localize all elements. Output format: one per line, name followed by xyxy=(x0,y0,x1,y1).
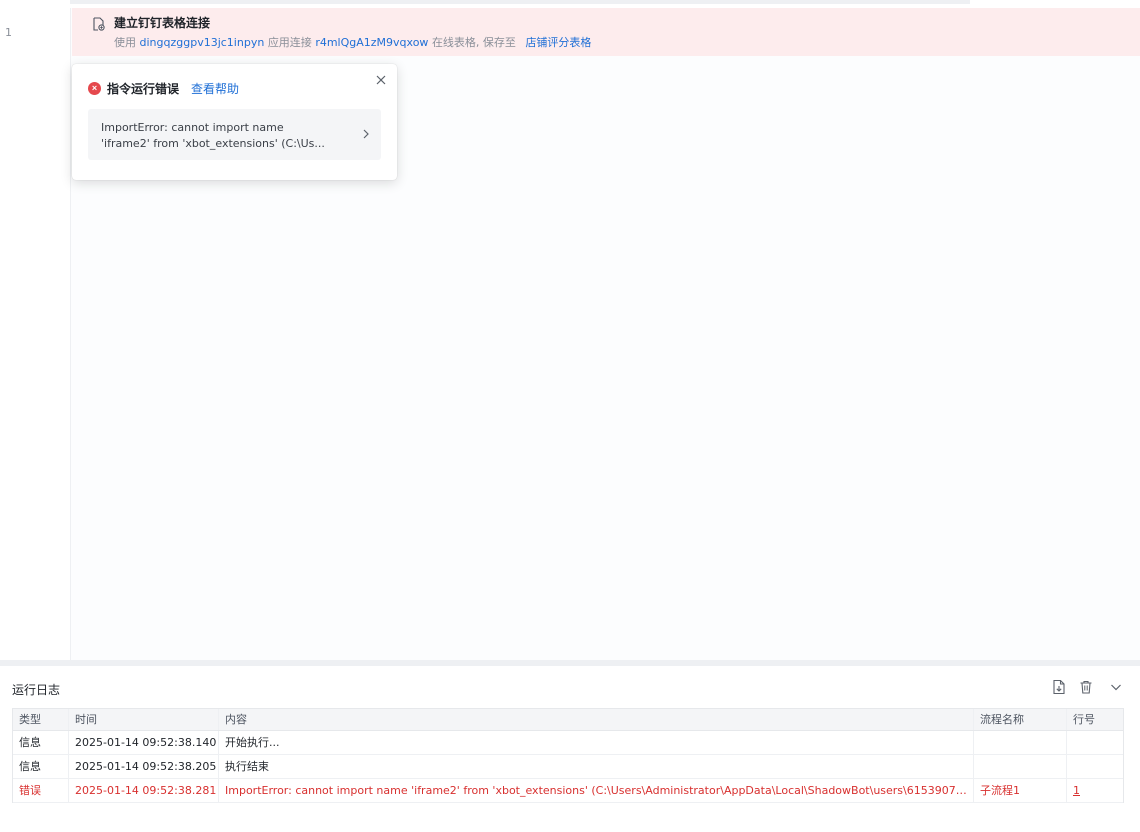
cell-type: 错误 xyxy=(13,779,69,802)
view-help-link[interactable]: 查看帮助 xyxy=(191,80,239,97)
cell-type: 信息 xyxy=(13,731,69,754)
step-save-target: 店铺评分表格 xyxy=(525,36,592,49)
error-circle-icon: × xyxy=(88,82,101,95)
error-popup: × 指令运行错误 查看帮助 ImportError: cannot import… xyxy=(72,64,397,180)
step-sheet-id: r4mlQgA1zM9vqxow xyxy=(315,36,429,49)
cell-line: 1 xyxy=(1067,779,1123,802)
line-gutter: 1 xyxy=(0,8,71,660)
table-row[interactable]: 信息 2025-01-14 09:52:38.205 执行结束 xyxy=(13,755,1123,779)
run-log-panel: 运行日志 类型 时间 内容 流程名称 行号 信息 2025-01-14 09:5… xyxy=(0,666,1140,832)
run-log-title: 运行日志 xyxy=(12,683,61,697)
line-number-link[interactable]: 1 xyxy=(1073,784,1080,797)
cell-line xyxy=(1067,755,1123,778)
step-desc-save: 在线表格, 保存至 xyxy=(431,36,516,49)
step-title: 建立钉钉表格连接 xyxy=(114,16,211,30)
cell-type: 信息 xyxy=(13,755,69,778)
step-row-dingtalk-connect[interactable]: 建立钉钉表格连接 使用 dingqzggpv13jc1inpyn 应用连接 r4… xyxy=(72,8,1140,56)
cell-time: 2025-01-14 09:52:38.205 xyxy=(69,755,219,778)
error-popup-title: 指令运行错误 xyxy=(107,82,180,96)
step-desc-use: 使用 xyxy=(114,36,136,49)
table-row-error[interactable]: 错误 2025-01-14 09:52:38.281 ImportError: … xyxy=(13,779,1123,803)
file-link-icon xyxy=(93,17,105,31)
trash-icon[interactable] xyxy=(1078,679,1094,695)
cell-time: 2025-01-14 09:52:38.281 xyxy=(69,779,219,802)
top-scrollbar[interactable] xyxy=(70,0,970,4)
close-icon[interactable] xyxy=(373,72,389,88)
cell-line xyxy=(1067,731,1123,754)
log-table: 类型 时间 内容 流程名称 行号 信息 2025-01-14 09:52:38.… xyxy=(12,708,1124,803)
top-strip xyxy=(0,0,1140,8)
line-number: 1 xyxy=(5,26,12,39)
cell-content: 开始执行... xyxy=(219,731,974,754)
export-file-icon[interactable] xyxy=(1051,679,1067,695)
cell-flow xyxy=(974,731,1067,754)
cell-flow xyxy=(974,755,1067,778)
column-header-time[interactable]: 时间 xyxy=(69,709,219,730)
chevron-down-icon[interactable] xyxy=(1108,679,1124,695)
step-desc-app: 应用连接 xyxy=(267,36,312,49)
cell-content: ImportError: cannot import name 'iframe2… xyxy=(219,779,974,802)
column-header-flow[interactable]: 流程名称 xyxy=(974,709,1067,730)
error-message-box[interactable]: ImportError: cannot import name 'iframe2… xyxy=(88,109,381,160)
flow-editor: 1 建立钉钉表格连接 使用 dingqzggpv13jc1inpyn 应用连接 … xyxy=(0,8,1140,660)
log-table-header: 类型 时间 内容 流程名称 行号 xyxy=(13,709,1123,731)
column-header-type[interactable]: 类型 xyxy=(13,709,69,730)
cell-time: 2025-01-14 09:52:38.140 xyxy=(69,731,219,754)
error-message-text: ImportError: cannot import name 'iframe2… xyxy=(101,121,325,150)
step-description: 使用 dingqzggpv13jc1inpyn 应用连接 r4mlQgA1zM9… xyxy=(114,34,591,50)
step-app-key: dingqzggpv13jc1inpyn xyxy=(139,36,265,49)
column-header-line[interactable]: 行号 xyxy=(1067,709,1123,730)
column-header-content[interactable]: 内容 xyxy=(219,709,974,730)
cell-flow: 子流程1 xyxy=(974,779,1067,802)
chevron-right-icon xyxy=(363,129,369,139)
table-row[interactable]: 信息 2025-01-14 09:52:38.140 开始执行... xyxy=(13,731,1123,755)
cell-content: 执行结束 xyxy=(219,755,974,778)
